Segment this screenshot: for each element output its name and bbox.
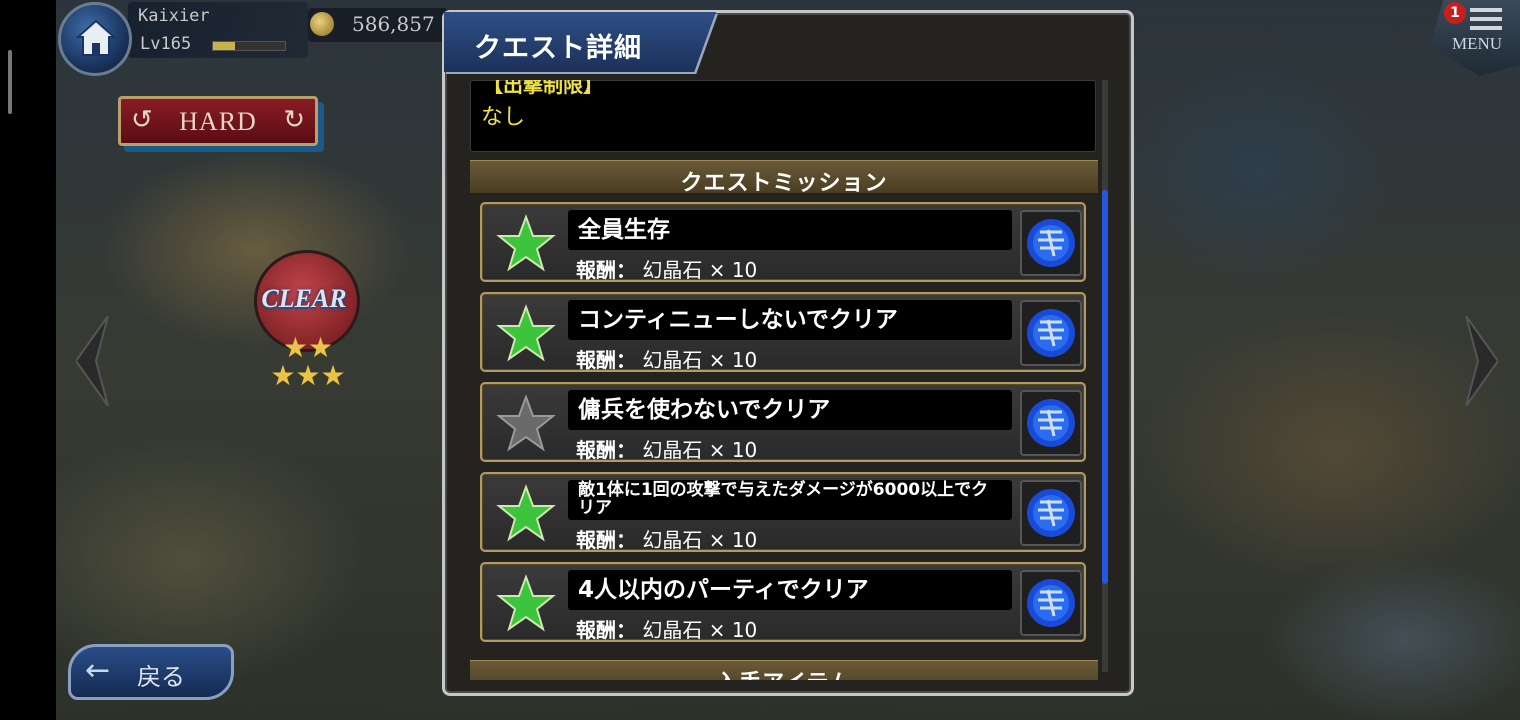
dialog-title: クエスト詳細 <box>474 33 642 64</box>
restriction-box: 【出撃制限】 なし <box>470 80 1096 152</box>
player-level: Lv165 <box>140 34 192 54</box>
exp-bar <box>212 41 286 51</box>
mission-reward: 報酬： 幻晶石 × 10 <box>576 524 757 553</box>
difficulty-toggle-button[interactable]: ↺ HARD ↻ <box>118 96 318 146</box>
missions-header-label: クエストミッション <box>680 171 888 196</box>
mission-reward-value: 幻晶石 × 10 <box>642 528 758 552</box>
mission-reward: 報酬： 幻晶石 × 10 <box>576 254 757 283</box>
mission-reward-value: 幻晶石 × 10 <box>642 348 758 372</box>
back-button[interactable]: ← 戻る <box>68 644 234 700</box>
back-button-label: 戻る <box>137 663 185 691</box>
dialog-scrollbar-thumb[interactable] <box>1102 190 1108 584</box>
chevron-right-icon[interactable] <box>1464 316 1498 406</box>
mission-reward: 報酬： 幻晶石 × 10 <box>576 434 757 463</box>
home-icon <box>75 19 117 56</box>
crystal-reward-icon <box>1020 300 1082 366</box>
crystal-reward-icon <box>1020 480 1082 546</box>
mission-star-achieved-icon <box>496 304 556 362</box>
missions-section-header: クエストミッション <box>470 160 1098 196</box>
mission-name-box: 4人以内のパーティでクリア <box>568 570 1012 610</box>
mission-row: 4人以内のパーティでクリア 報酬： 幻晶石 × 10 <box>480 562 1086 642</box>
mission-row: 全員生存 報酬： 幻晶石 × 10 <box>480 202 1086 282</box>
mission-reward-label: 報酬： <box>576 258 636 282</box>
quest-node-clear-label: CLEAR <box>261 284 347 313</box>
mission-row: 傭兵を使わないでクリア 報酬： 幻晶石 × 10 <box>480 382 1086 462</box>
menu-label: MENU <box>1452 34 1503 53</box>
mission-row: 敵1体に1回の攻撃で与えたダメージが6000以上でクリア 報酬： 幻晶石 × 1… <box>480 472 1086 552</box>
mission-reward-label: 報酬： <box>576 348 636 372</box>
mission-row: コンティニューしないでクリア 報酬： 幻晶石 × 10 <box>480 292 1086 372</box>
restriction-value: なし <box>481 105 526 130</box>
system-left-bar <box>0 0 56 720</box>
player-name: Kaixier <box>138 6 210 26</box>
mission-name-box: 敵1体に1回の攻撃で与えたダメージが6000以上でクリア <box>568 480 1012 520</box>
mission-star-achieved-icon <box>496 574 556 632</box>
restriction-heading: 【出撃制限】 <box>483 80 603 97</box>
rotate-right-icon: ↻ <box>283 105 305 135</box>
arrow-left-icon: ← <box>85 653 111 688</box>
items-header-label: 入手アイテム <box>470 665 1098 680</box>
hamburger-icon <box>1470 8 1502 32</box>
items-section-header: 入手アイテム <box>470 660 1098 680</box>
mission-reward-value: 幻晶石 × 10 <box>642 438 758 462</box>
gil-amount: 586,857 <box>352 12 435 36</box>
dialog-scroll-content[interactable]: 【出撃制限】 なし クエストミッション 全員生存 報酬： 幻晶石 × 10 コン… <box>470 80 1098 680</box>
mission-reward: 報酬： 幻晶石 × 10 <box>576 344 757 373</box>
mission-reward-label: 報酬： <box>576 528 636 552</box>
home-button[interactable] <box>58 2 132 76</box>
mission-name: 全員生存 <box>578 216 670 243</box>
mission-name: 傭兵を使わないでクリア <box>578 396 831 423</box>
mission-name-box: 全員生存 <box>568 210 1012 250</box>
mission-name: 4人以内のパーティでクリア <box>578 576 869 603</box>
gil-coin-icon <box>310 12 334 36</box>
quest-node-stars-icon: ★★ ★★★ <box>270 331 346 392</box>
crystal-reward-icon <box>1020 570 1082 636</box>
mission-name: 敵1体に1回の攻撃で与えたダメージが6000以上でクリア <box>578 480 989 518</box>
exp-bar-fill <box>213 42 235 50</box>
crystal-reward-icon <box>1020 210 1082 276</box>
mission-name: コンティニューしないでクリア <box>578 306 898 333</box>
mission-star-achieved-icon <box>496 214 556 272</box>
notification-badge: 1 <box>1444 2 1466 24</box>
mission-name-box: 傭兵を使わないでクリア <box>568 390 1012 430</box>
chevron-left-icon[interactable] <box>76 316 110 406</box>
mission-reward-label: 報酬： <box>576 438 636 462</box>
mission-reward: 報酬： 幻晶石 × 10 <box>576 614 757 643</box>
crystal-reward-icon <box>1020 390 1082 456</box>
mission-reward-label: 報酬： <box>576 618 636 642</box>
mission-reward-value: 幻晶石 × 10 <box>642 618 758 642</box>
mission-reward-value: 幻晶石 × 10 <box>642 258 758 282</box>
mission-star-achieved-icon <box>496 484 556 542</box>
mission-name-box: コンティニューしないでクリア <box>568 300 1012 340</box>
system-handle <box>8 50 12 114</box>
mission-star-unachieved-icon <box>496 394 556 452</box>
